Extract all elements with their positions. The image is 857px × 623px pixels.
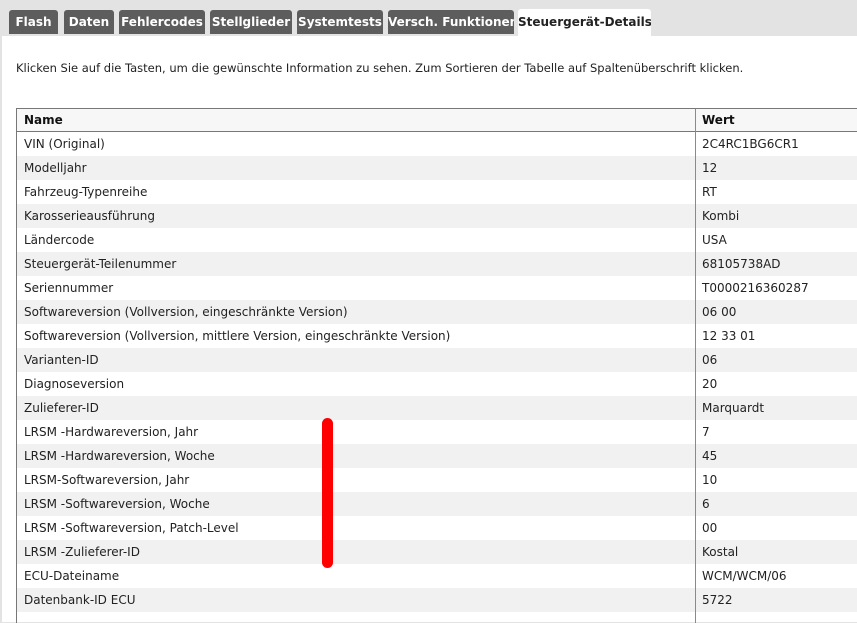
cell-value: 00 (702, 521, 718, 535)
cell-name: LRSM -Softwareversion, Woche (24, 497, 210, 511)
column-header-name[interactable]: Name (24, 109, 63, 131)
cell-value: 12 (702, 161, 718, 175)
table-row: VIN (Original) 2C4RC1BG6CR1 (17, 132, 857, 156)
cell-value: Kostal (702, 545, 739, 559)
table-row: ECU-Dateiname WCM/WCM/06 (17, 564, 857, 588)
cell-name: Fahrzeug-Typenreihe (24, 185, 148, 199)
cell-value: 06 00 (702, 305, 737, 319)
cell-name: LRSM -Zulieferer-ID (24, 545, 140, 559)
table-row: Modelljahr 12 (17, 156, 857, 180)
cell-name: Karosserieausführung (24, 209, 155, 223)
table-row: Ländercode USA (17, 228, 857, 252)
cell-name: ECU-Dateiname (24, 569, 120, 583)
table-row: LRSM-Softwareversion, Jahr 10 (17, 468, 857, 492)
cell-name: VIN (Original) (24, 137, 105, 151)
table-row: Softwareversion (Vollversion, eingeschrä… (17, 300, 857, 324)
table-row: Datenbank-ID ECU 5722 (17, 588, 857, 612)
red-annotation-marker (322, 418, 333, 568)
cell-name: Softwareversion (Vollversion, eingeschrä… (24, 305, 348, 319)
cell-value: 06 (702, 353, 718, 367)
cell-name: Diagnoseversion (24, 377, 125, 391)
cell-name: Varianten-ID (24, 353, 99, 367)
cell-value: WCM/WCM/06 (702, 569, 787, 583)
details-panel: Klicken Sie auf die Tasten, um die gewün… (2, 36, 857, 623)
cell-value: T0000216360287 (702, 281, 809, 295)
cell-name: Ländercode (24, 233, 95, 247)
cell-value: 7 (702, 425, 710, 439)
column-divider (695, 109, 696, 623)
cell-name: Zulieferer-ID (24, 401, 99, 415)
table-row: LRSM -Hardwareversion, Jahr 7 (17, 420, 857, 444)
tab-systemtests[interactable]: Systemtests (297, 10, 383, 34)
table-row: Zulieferer-ID Marquardt (17, 396, 857, 420)
table-row: Fahrzeug-Typenreihe RT (17, 180, 857, 204)
cell-name: Steuergerät-Teilenummer (24, 257, 177, 271)
cell-value: 68105738AD (702, 257, 781, 271)
table-row: LRSM -Hardwareversion, Woche 45 (17, 444, 857, 468)
tab-daten[interactable]: Daten (64, 10, 114, 34)
table-row: LRSM -Softwareversion, Patch-Level 00 (17, 516, 857, 540)
table-row: Softwareversion (Vollversion, mittlere V… (17, 324, 857, 348)
cell-value: 20 (702, 377, 718, 391)
tab-bar: Flash Daten Fehlercodes Stellglieder Sys… (0, 0, 857, 37)
cell-value: 5722 (702, 593, 733, 607)
tab-versch-funktionen[interactable]: Versch. Funktionen (388, 10, 514, 34)
tab-steuergeraet-details[interactable]: Steuergerät-Details (518, 9, 651, 37)
tab-flash[interactable]: Flash (9, 10, 58, 34)
cell-name: LRSM -Softwareversion, Patch-Level (24, 521, 239, 535)
cell-value: 12 33 01 (702, 329, 756, 343)
table-row: Karosserieausführung Kombi (17, 204, 857, 228)
cell-name: LRSM -Hardwareversion, Jahr (24, 425, 199, 439)
tab-stellglieder[interactable]: Stellglieder (210, 10, 292, 34)
cell-value: Marquardt (702, 401, 765, 415)
cell-value: 2C4RC1BG6CR1 (702, 137, 799, 151)
column-header-wert[interactable]: Wert (702, 109, 735, 131)
cell-name: Seriennummer (24, 281, 114, 295)
cell-name: LRSM -Hardwareversion, Woche (24, 449, 215, 463)
cell-value: 10 (702, 473, 718, 487)
table-row: LRSM -Zulieferer-ID Kostal (17, 540, 857, 564)
cell-value: 45 (702, 449, 718, 463)
cell-value: RT (702, 185, 717, 199)
cell-value: Kombi (702, 209, 740, 223)
tab-fehlercodes[interactable]: Fehlercodes (119, 10, 205, 34)
table-body: VIN (Original) 2C4RC1BG6CR1 Modelljahr 12 Fa… (17, 132, 857, 612)
cell-name: Datenbank-ID ECU (24, 593, 136, 607)
table-row: LRSM -Softwareversion, Woche 6 (17, 492, 857, 516)
details-table: Name Wert VIN (Original) 2C4RC1BG6CR1 Mode… (16, 108, 857, 623)
cell-name: LRSM-Softwareversion, Jahr (24, 473, 190, 487)
cell-name: Modelljahr (24, 161, 87, 175)
instruction-text: Klicken Sie auf die Tasten, um die gewün… (16, 61, 744, 75)
cell-value: 6 (702, 497, 710, 511)
table-row: Varianten-ID 06 (17, 348, 857, 372)
table-header: Name Wert (17, 109, 857, 132)
table-row: Diagnoseversion 20 (17, 372, 857, 396)
table-row: Seriennummer T0000216360287 (17, 276, 857, 300)
cell-value: USA (702, 233, 727, 247)
cell-name: Softwareversion (Vollversion, mittlere V… (24, 329, 451, 343)
table-row: Steuergerät-Teilenummer 68105738AD (17, 252, 857, 276)
